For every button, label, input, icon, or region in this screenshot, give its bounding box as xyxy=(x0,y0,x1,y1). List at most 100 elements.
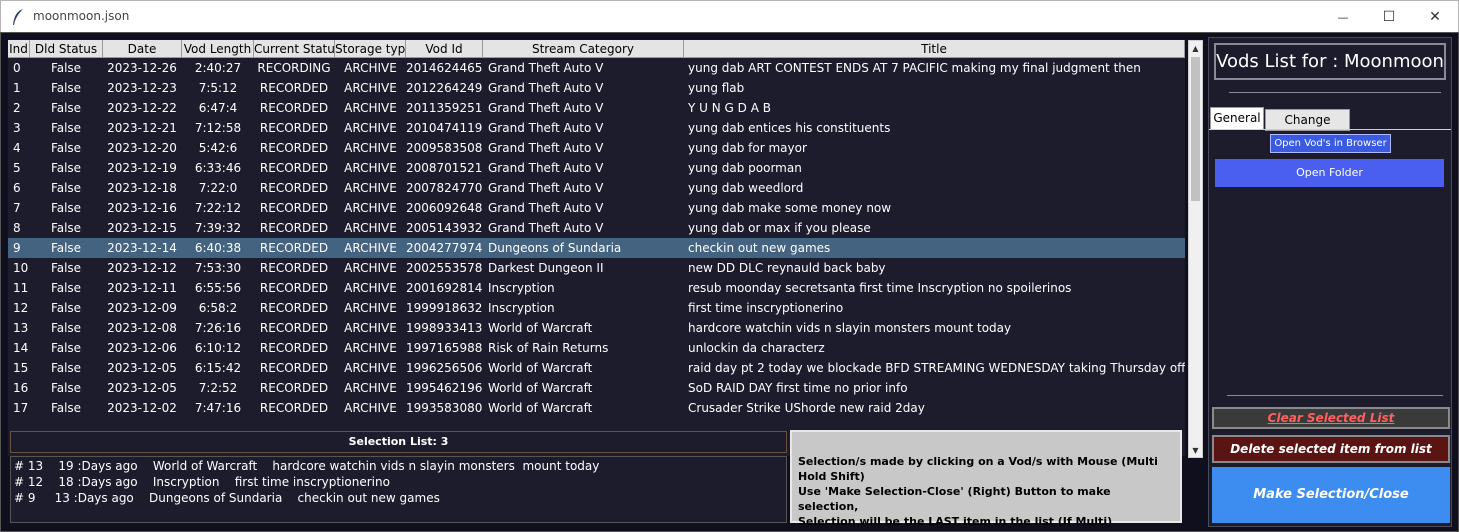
table-cell: False xyxy=(50,361,82,375)
table-row[interactable]: 2 False 2023-12-22 6:47:4 RECORDED ARCHIVE 201… xyxy=(8,98,1185,118)
clear-selected-list-button[interactable]: Clear Selected List xyxy=(1212,407,1450,429)
instructions-line: Selection will be the LAST item in the l… xyxy=(798,515,1113,528)
column-header-stream-category[interactable]: Stream Category xyxy=(483,40,684,58)
column-header-dld-status[interactable]: Dld Status xyxy=(30,40,103,58)
table-cell: yung dab make some money now xyxy=(688,201,892,215)
table-row[interactable]: 17 False 2023-12-02 7:47:16 RECORDED ARCHIVE 1… xyxy=(8,398,1185,418)
table-cell: 2023-12-02 xyxy=(107,401,177,415)
selection-list-item[interactable]: # 13 19 :Days ago World of Warcraft hard… xyxy=(14,458,599,474)
table-cell: False xyxy=(50,201,82,215)
make-selection-close-button[interactable]: Make Selection/Close xyxy=(1212,467,1450,523)
vods-list-title: Vods List for : Moonmoon xyxy=(1214,43,1446,80)
table-cell: Grand Theft Auto V xyxy=(488,201,604,215)
scroll-down-icon[interactable]: ▼ xyxy=(1189,443,1202,457)
column-header-title[interactable]: Title xyxy=(684,40,1185,58)
open-in-browser-button[interactable]: Open Vod's in Browser xyxy=(1270,134,1391,153)
table-row[interactable]: 14 False 2023-12-06 6:10:12 RECORDED ARCHIVE 1… xyxy=(8,338,1185,358)
table-cell: yung dab or max if you please xyxy=(688,221,871,235)
right-panel: Vods List for : Moonmoon General Change … xyxy=(1208,37,1452,527)
table-cell: 2023-12-20 xyxy=(107,141,177,155)
table-cell: ARCHIVE xyxy=(344,401,397,415)
column-header-date[interactable]: Date xyxy=(103,40,182,58)
table-cell: ARCHIVE xyxy=(344,81,397,95)
column-header-storage-type[interactable]: Storage type xyxy=(335,40,406,58)
table-cell: 2023-12-05 xyxy=(107,361,177,375)
table-cell: Risk of Rain Returns xyxy=(488,341,609,355)
table-cell: 2023-12-06 xyxy=(107,341,177,355)
table-row[interactable]: 16 False 2023-12-05 7:2:52 RECORDED ARCHIVE 19… xyxy=(8,378,1185,398)
table-row[interactable]: 10 False 2023-12-12 7:53:30 RECORDED ARCHIVE 2… xyxy=(8,258,1185,278)
table-cell: ARCHIVE xyxy=(344,281,397,295)
table-cell: ARCHIVE xyxy=(344,161,397,175)
table-row[interactable]: 4 False 2023-12-20 5:42:6 RECORDED ARCHIVE 200… xyxy=(8,138,1185,158)
table-cell: ARCHIVE xyxy=(344,261,397,275)
table-cell: 2023-12-16 xyxy=(107,201,177,215)
table-cell: RECORDED xyxy=(259,161,329,175)
table-row[interactable]: 1 False 2023-12-23 7:5:12 RECORDED ARCHIVE 201… xyxy=(8,78,1185,98)
column-header-vod-id[interactable]: Vod Id xyxy=(406,40,483,58)
table-row[interactable]: 7 False 2023-12-16 7:22:12 RECORDED ARCHIVE 20… xyxy=(8,198,1185,218)
selection-list-item[interactable]: # 12 18 :Days ago Inscryption first time… xyxy=(14,474,390,490)
table-cell: new DD DLC reynauld back baby xyxy=(688,261,886,275)
vods-table: Ind Dld Status Date Vod Length Current S… xyxy=(8,40,1185,456)
table-cell: 16 xyxy=(13,381,29,395)
table-cell: resub moonday secretsanta first time Ins… xyxy=(688,281,1072,295)
scroll-up-icon[interactable]: ▲ xyxy=(1189,41,1202,55)
table-cell: ARCHIVE xyxy=(344,381,397,395)
tab-change-status[interactable]: Change Status xyxy=(1265,109,1350,147)
table-row[interactable]: 12 False 2023-12-09 6:58:2 RECORDED ARCHIVE 19… xyxy=(8,298,1185,318)
table-cell: False xyxy=(50,81,82,95)
table-cell: 5 xyxy=(13,161,21,175)
table-cell: ARCHIVE xyxy=(344,361,397,375)
table-row[interactable]: 8 False 2023-12-15 7:39:32 RECORDED ARCHIVE 20… xyxy=(8,218,1185,238)
table-cell: 2002553578 xyxy=(406,261,482,275)
table-cell: 2012264249 xyxy=(406,81,482,95)
table-cell: RECORDED xyxy=(259,361,329,375)
column-header-current-status[interactable]: Current Status xyxy=(254,40,335,58)
table-scrollbar[interactable]: ▲ ▼ xyxy=(1188,40,1203,458)
table-cell: yung dab ART CONTEST ENDS AT 7 PACIFIC m… xyxy=(688,61,1141,75)
table-cell: False xyxy=(50,61,82,75)
open-folder-button[interactable]: Open Folder xyxy=(1215,159,1444,187)
table-row[interactable]: 13 False 2023-12-08 7:26:16 RECORDED ARCHIVE 1… xyxy=(8,318,1185,338)
scrollbar-thumb[interactable] xyxy=(1191,57,1200,201)
table-row[interactable]: 3 False 2023-12-21 7:12:58 RECORDED ARCHIVE 20… xyxy=(8,118,1185,138)
table-cell: 2023-12-11 xyxy=(107,281,177,295)
close-button[interactable]: ✕ xyxy=(1412,1,1458,33)
selection-list[interactable]: # 13 19 :Days ago World of Warcraft hard… xyxy=(10,456,787,523)
table-row[interactable]: 5 False 2023-12-19 6:33:46 RECORDED ARCHIVE 20… xyxy=(8,158,1185,178)
table-cell: Crusader Strike UShorde new raid 2day xyxy=(688,401,925,415)
table-cell: RECORDED xyxy=(259,221,329,235)
table-cell: 7 xyxy=(13,201,21,215)
table-cell: RECORDED xyxy=(259,121,329,135)
table-cell: False xyxy=(50,281,82,295)
table-row[interactable]: 9 False 2023-12-14 6:40:38 RECORDED ARCHIVE 20… xyxy=(8,238,1185,258)
table-row[interactable]: 6 False 2023-12-18 7:22:0 RECORDED ARCHIVE 200… xyxy=(8,178,1185,198)
table-cell: 3 xyxy=(13,121,21,135)
table-cell: False xyxy=(50,321,82,335)
column-header-ind[interactable]: Ind xyxy=(8,40,30,58)
selection-list-item[interactable]: # 9 13 :Days ago Dungeons of Sundaria ch… xyxy=(14,490,440,506)
table-cell: 2023-12-26 xyxy=(107,61,177,75)
table-cell: 12 xyxy=(13,301,29,315)
table-row[interactable]: 11 False 2023-12-11 6:55:56 RECORDED ARCHIVE 2… xyxy=(8,278,1185,298)
table-cell: Grand Theft Auto V xyxy=(488,141,604,155)
column-header-vod-length[interactable]: Vod Length xyxy=(182,40,254,58)
table-cell: 2 xyxy=(13,101,21,115)
table-cell: yung dab weedlord xyxy=(688,181,804,195)
maximize-button[interactable]: ☐ xyxy=(1366,1,1412,33)
delete-selected-item-button[interactable]: Delete selected item from list xyxy=(1212,435,1450,463)
table-cell: ARCHIVE xyxy=(344,181,397,195)
table-cell: 6 xyxy=(13,181,21,195)
table-cell: False xyxy=(50,261,82,275)
table-cell: 6:40:38 xyxy=(194,241,242,255)
table-cell: RECORDED xyxy=(259,321,329,335)
table-cell: 2023-12-18 xyxy=(107,181,177,195)
tab-general[interactable]: General xyxy=(1210,107,1264,130)
table-row[interactable]: 15 False 2023-12-05 6:15:42 RECORDED ARCHIVE 1… xyxy=(8,358,1185,378)
table-row[interactable]: 0 False 2023-12-26 2:40:27 RECORDING ARCHIVE 2… xyxy=(8,58,1185,78)
table-cell: ARCHIVE xyxy=(344,121,397,135)
table-cell: ARCHIVE xyxy=(344,321,397,335)
minimize-button[interactable]: — xyxy=(1320,1,1366,33)
table-cell: 2023-12-14 xyxy=(107,241,177,255)
